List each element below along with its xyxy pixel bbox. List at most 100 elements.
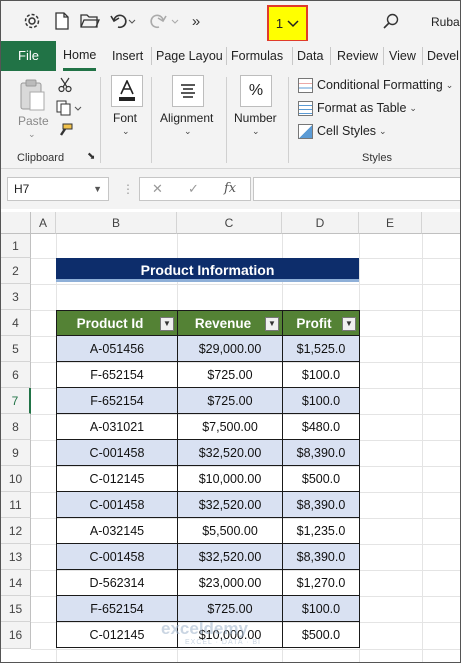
redo-icon[interactable] <box>147 11 181 31</box>
row-header-2[interactable]: 2 <box>1 258 31 284</box>
product-id-cell[interactable]: C-012145 <box>56 621 178 648</box>
profit-cell[interactable]: $500.0 <box>282 465 360 492</box>
user-name[interactable]: Ruba <box>431 15 460 29</box>
row-header-9[interactable]: 9 <box>1 440 31 466</box>
filter-dropdown-icon[interactable]: ▼ <box>342 317 356 331</box>
revenue-cell[interactable]: $32,520.00 <box>177 439 283 466</box>
tab-file[interactable]: File <box>1 41 56 71</box>
row-header-7[interactable]: 7 <box>1 388 31 414</box>
product-table[interactable]: Product Id ▼ Revenue ▼ Profit ▼ A-051456 $2… <box>56 310 360 648</box>
profit-cell[interactable]: $8,390.0 <box>282 439 360 466</box>
cell-styles-button[interactable]: Cell Styles ⌄ <box>298 121 387 141</box>
tab-developer[interactable]: Devel <box>427 41 459 71</box>
header-cell-product-id[interactable]: Product Id ▼ <box>56 310 178 336</box>
paste-label[interactable]: Paste <box>18 114 49 128</box>
dialog-launcher-icon[interactable]: ⬊ <box>87 151 95 162</box>
format-painter-icon[interactable] <box>57 123 73 142</box>
copy-icon[interactable] <box>56 100 82 119</box>
row-header-3[interactable]: 3 <box>1 284 31 310</box>
tab-page-layout[interactable]: Page Layou <box>156 41 223 71</box>
profit-cell[interactable]: $100.0 <box>282 595 360 622</box>
revenue-cell[interactable]: $32,520.00 <box>177 491 283 518</box>
row-header-15[interactable]: 15 <box>1 596 31 622</box>
product-id-cell[interactable]: C-001458 <box>56 491 178 518</box>
revenue-cell[interactable]: $23,000.00 <box>177 569 283 596</box>
profit-cell[interactable]: $1,235.0 <box>282 517 360 544</box>
enter-icon[interactable]: ✓ <box>188 181 199 197</box>
product-id-cell[interactable]: F-652154 <box>56 595 178 622</box>
tab-review[interactable]: Review <box>337 41 378 71</box>
product-id-cell[interactable]: A-051456 <box>56 335 178 362</box>
highlighted-qat-button[interactable]: 1 <box>267 5 308 42</box>
product-id-cell[interactable]: F-652154 <box>56 361 178 388</box>
row-header-16[interactable]: 16 <box>1 622 31 649</box>
column-header-c[interactable]: C <box>177 212 282 234</box>
font-dropdown-caret[interactable]: ⌄ <box>122 126 130 137</box>
header-cell-profit[interactable]: Profit ▼ <box>282 310 360 336</box>
tab-data[interactable]: Data <box>297 41 323 71</box>
row-header-1[interactable]: 1 <box>1 234 31 258</box>
product-id-cell[interactable]: F-652154 <box>56 387 178 414</box>
search-icon[interactable] <box>381 11 401 31</box>
profit-cell[interactable]: $1,525.0 <box>282 335 360 362</box>
chevron-down-icon[interactable]: ▼ <box>93 178 102 200</box>
number-format-icon[interactable]: % <box>240 75 272 107</box>
product-id-cell[interactable]: A-031021 <box>56 413 178 440</box>
row-header-12[interactable]: 12 <box>1 518 31 544</box>
revenue-cell[interactable]: $725.00 <box>177 595 283 622</box>
new-file-icon[interactable] <box>53 11 71 31</box>
filter-dropdown-icon[interactable]: ▼ <box>160 317 174 331</box>
tab-view[interactable]: View <box>389 41 416 71</box>
profit-cell[interactable]: $1,270.0 <box>282 569 360 596</box>
more-commands-icon[interactable]: » <box>189 11 203 31</box>
column-header-a[interactable]: A <box>31 212 56 234</box>
column-header-d[interactable]: D <box>282 212 359 234</box>
revenue-cell[interactable]: $7,500.00 <box>177 413 283 440</box>
profit-cell[interactable]: $100.0 <box>282 361 360 388</box>
row-header-13[interactable]: 13 <box>1 544 31 570</box>
tab-insert[interactable]: Insert <box>112 41 143 71</box>
name-box[interactable]: H7 ▼ <box>7 177 109 201</box>
row-header-11[interactable]: 11 <box>1 492 31 518</box>
revenue-cell[interactable]: $725.00 <box>177 361 283 388</box>
product-id-cell[interactable]: A-032145 <box>56 517 178 544</box>
profit-cell[interactable]: $8,390.0 <box>282 491 360 518</box>
format-as-table-button[interactable]: Format as Table ⌄ <box>298 98 417 118</box>
revenue-cell[interactable]: $10,000.00 <box>177 465 283 492</box>
column-header-b[interactable]: B <box>56 212 177 234</box>
product-id-cell[interactable]: C-001458 <box>56 439 178 466</box>
column-header-f[interactable]: F <box>422 212 460 234</box>
product-id-cell[interactable]: C-012145 <box>56 465 178 492</box>
conditional-formatting-button[interactable]: Conditional Formatting ⌄ <box>298 75 453 95</box>
row-header-8[interactable]: 8 <box>1 414 31 440</box>
paste-dropdown-caret[interactable]: ⌄ <box>28 129 36 140</box>
row-header-10[interactable]: 10 <box>1 466 31 492</box>
select-all-corner[interactable] <box>1 212 31 234</box>
alignment-dropdown-caret[interactable]: ⌄ <box>184 126 192 137</box>
row-header-14[interactable]: 14 <box>1 570 31 596</box>
profit-cell[interactable]: $500.0 <box>282 621 360 648</box>
number-dropdown-caret[interactable]: ⌄ <box>252 126 260 137</box>
undo-icon[interactable] <box>109 11 137 31</box>
profit-cell[interactable]: $8,390.0 <box>282 543 360 570</box>
settings-icon[interactable] <box>21 11 43 31</box>
formula-input[interactable] <box>253 177 460 201</box>
filter-dropdown-icon[interactable]: ▼ <box>265 317 279 331</box>
insert-function-icon[interactable]: fx <box>224 181 236 196</box>
cancel-icon[interactable]: ✕ <box>152 181 163 197</box>
product-id-cell[interactable]: D-562314 <box>56 569 178 596</box>
cut-icon[interactable] <box>58 77 72 96</box>
row-header-5[interactable]: 5 <box>1 336 31 362</box>
header-cell-revenue[interactable]: Revenue ▼ <box>177 310 283 336</box>
profit-cell[interactable]: $100.0 <box>282 387 360 414</box>
profit-cell[interactable]: $480.0 <box>282 413 360 440</box>
alignment-icon[interactable] <box>172 75 204 107</box>
open-folder-icon[interactable] <box>79 11 101 31</box>
tab-formulas[interactable]: Formulas <box>231 41 283 71</box>
tab-home[interactable]: Home <box>63 41 97 71</box>
revenue-cell[interactable]: $5,500.00 <box>177 517 283 544</box>
font-icon[interactable] <box>111 75 143 107</box>
sheet-title-cell[interactable]: Product Information <box>56 258 359 282</box>
column-header-e[interactable]: E <box>359 212 422 234</box>
worksheet-grid[interactable]: A B C D E F 1 2 3 4 5 6 7 8 9 10 11 12 1… <box>1 209 460 662</box>
